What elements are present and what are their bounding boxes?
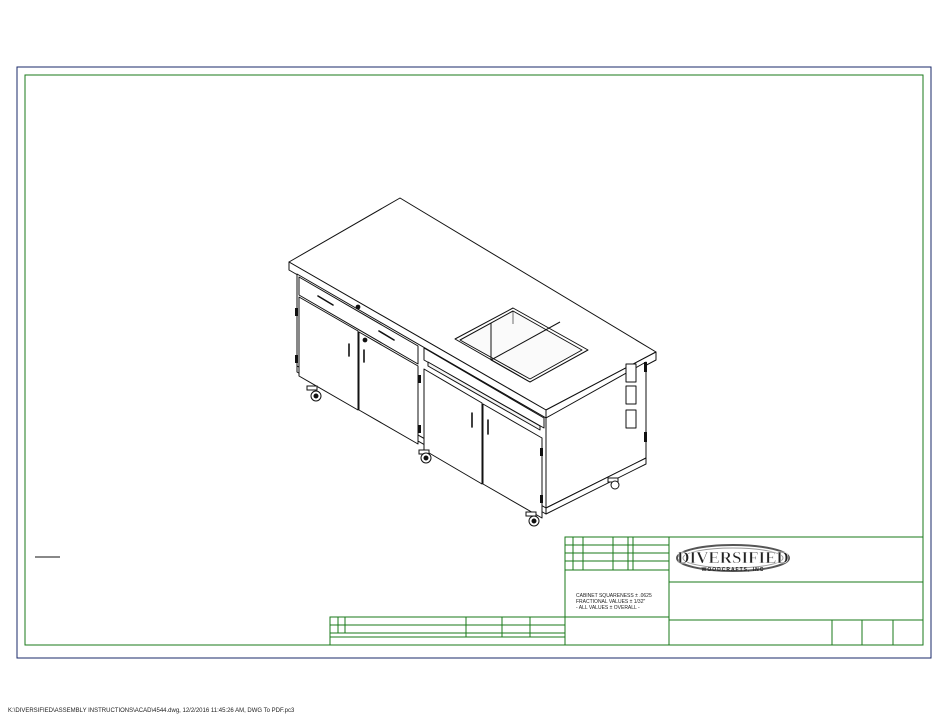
hinge <box>540 448 543 456</box>
door-lock <box>362 337 368 343</box>
hinge <box>644 362 647 372</box>
caster-front-left <box>306 385 322 402</box>
hinge <box>295 308 298 316</box>
info-box <box>668 619 924 646</box>
outlet-box-1 <box>625 363 637 383</box>
title-block <box>329 536 924 646</box>
hinge <box>540 495 543 503</box>
cabinet-isometric-view <box>288 197 657 519</box>
outlet-box-2 <box>625 385 637 405</box>
hinge <box>418 425 421 433</box>
logo-subtitle: WOODCRAFTS, INC <box>702 567 765 573</box>
drawing-sheet: DIVERSIFIED WOODCRAFTS, INC CABINET SQUA… <box>16 66 932 659</box>
file-path-footer: K:\DIVERSIFIED\ASSEMBLY INSTRUCTIONS\ACA… <box>8 708 295 714</box>
outlet-box-3 <box>625 409 637 429</box>
note-overall: - ALL VALUES ± OVERALL - <box>576 605 640 611</box>
hinge <box>418 375 421 383</box>
drawer-lock <box>355 304 361 310</box>
hinge <box>644 432 647 442</box>
caster-front-mid <box>418 449 432 464</box>
title-box <box>668 581 924 621</box>
logo-name: DIVERSIFIED <box>677 548 788 567</box>
hinge <box>295 355 298 363</box>
caster-back-right <box>607 477 620 490</box>
company-logo: DIVERSIFIED WOODCRAFTS, INC <box>676 544 790 573</box>
